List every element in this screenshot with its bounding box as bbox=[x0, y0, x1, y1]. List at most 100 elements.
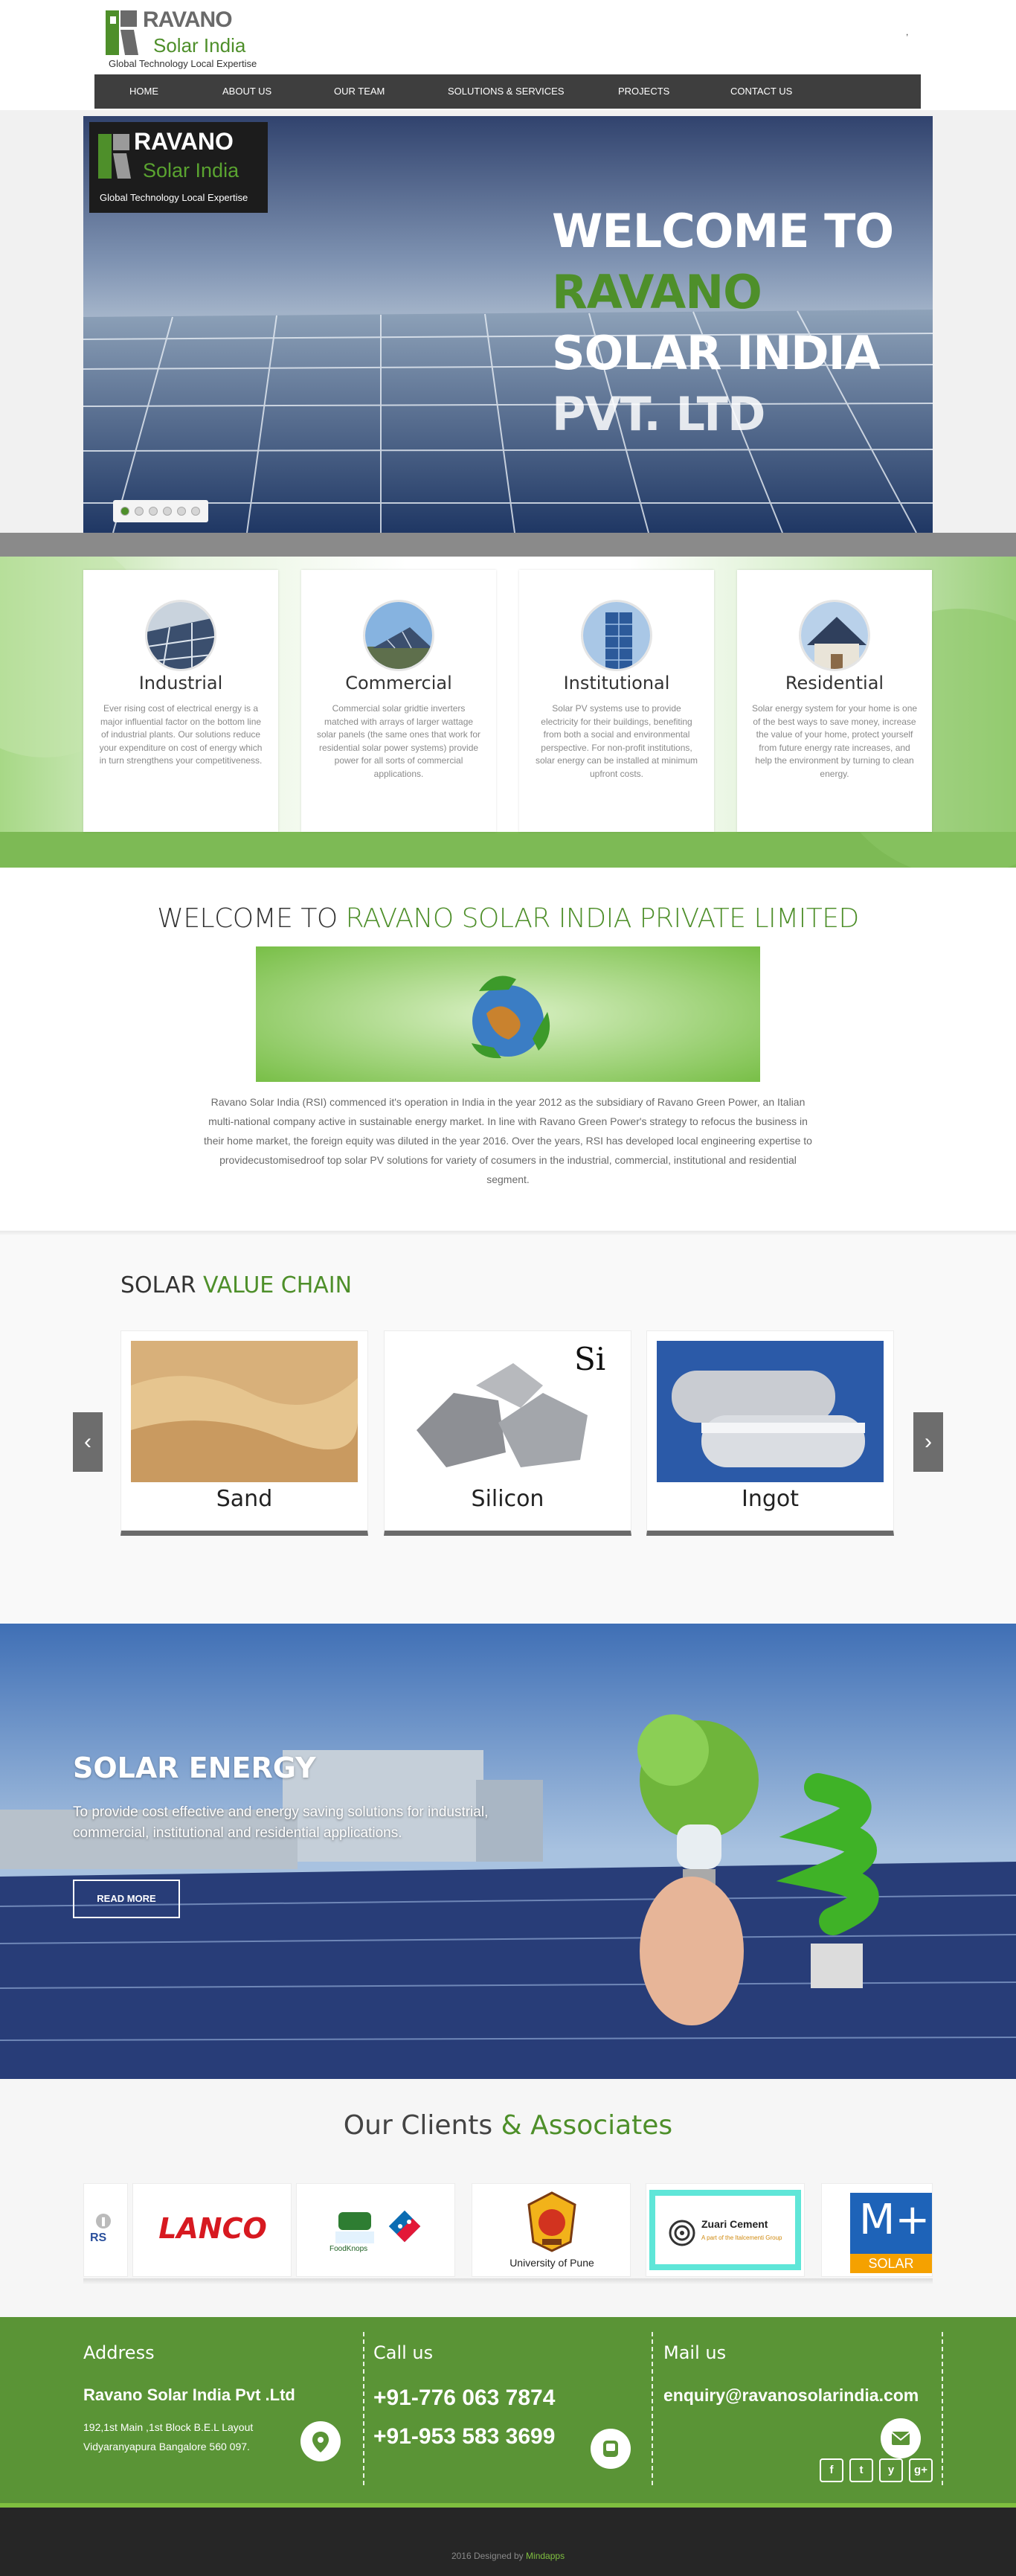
service-description: Solar energy system for your home is one… bbox=[751, 703, 918, 779]
client-logo-foodknops-dominos[interactable]: FoodKnops Domino's bbox=[296, 2183, 455, 2277]
client-logo-partial[interactable]: RS ❚ bbox=[83, 2183, 128, 2277]
service-card-institutional[interactable]: Institutional Solar PV systems use to pr… bbox=[519, 570, 714, 832]
hero-logo-name-top: RAVANO bbox=[134, 128, 234, 155]
designer-link[interactable]: Mindapps bbox=[526, 2551, 565, 2561]
logo-tagline: Global Technology Local Expertise bbox=[109, 58, 257, 69]
m-plus-logo-text: M+ bbox=[859, 2196, 930, 2244]
hero-title-line-1: WELCOME TO bbox=[552, 204, 894, 258]
service-description: Solar PV systems use to provide electric… bbox=[535, 703, 698, 779]
carousel-pause-icon[interactable]: ❚ bbox=[96, 2214, 111, 2229]
welcome-globe-image bbox=[256, 946, 760, 1082]
bottom-bar bbox=[0, 2508, 1016, 2576]
read-more-button[interactable]: READ MORE bbox=[73, 1880, 180, 1918]
zuari-frame: Zuari Cement A part of the Italcementi G… bbox=[649, 2190, 801, 2270]
hero-slider[interactable]: RAVANO Solar India Global Technology Loc… bbox=[83, 116, 933, 533]
phone-icon[interactable] bbox=[591, 2429, 631, 2469]
residential-house-icon bbox=[799, 600, 870, 671]
copyright: 2016 Designed by Mindapps bbox=[0, 2551, 1016, 2561]
clients-heading-plain: Our Clients bbox=[343, 2110, 493, 2141]
commercial-roof-icon bbox=[363, 600, 434, 671]
hero-bottom-band bbox=[0, 533, 1016, 557]
ingot-image bbox=[657, 1341, 884, 1482]
m-plus-solar-text: SOLAR bbox=[850, 2254, 932, 2273]
footer-address: Address Ravano Solar India Pvt .Ltd 192,… bbox=[83, 2332, 351, 2485]
footer-address-heading: Address bbox=[83, 2342, 155, 2363]
hero-title-line-4: PVT. LTD bbox=[552, 387, 765, 441]
carousel-next-button[interactable]: › bbox=[913, 1412, 943, 1472]
client-logo-zuari-cement[interactable]: Zuari Cement A part of the Italcementi G… bbox=[646, 2183, 805, 2277]
m-plus-solar-box: M+ SOLAR bbox=[850, 2193, 932, 2273]
google-plus-icon[interactable]: g+ bbox=[909, 2458, 933, 2482]
twitter-icon[interactable]: t bbox=[849, 2458, 873, 2482]
footer-email[interactable]: enquiry@ravanosolarindia.com bbox=[663, 2386, 919, 2406]
clients-heading-green: & Associates bbox=[501, 2110, 673, 2141]
nav-about-us[interactable]: ABOUT US bbox=[222, 74, 271, 109]
slider-dot[interactable] bbox=[163, 507, 172, 516]
hero-title-line-2: RAVANO bbox=[552, 265, 762, 319]
service-title: Industrial bbox=[138, 673, 223, 693]
zuari-spiral-icon bbox=[669, 2220, 695, 2246]
slider-dot[interactable] bbox=[191, 507, 200, 516]
client-partial-text: RS bbox=[90, 2231, 107, 2244]
value-card-sand[interactable]: Sand bbox=[120, 1330, 368, 1536]
brand-logo[interactable]: RAVANO Solar India Global Technology Loc… bbox=[104, 6, 257, 73]
clients-shadow bbox=[83, 2278, 933, 2284]
youtube-icon[interactable]: y bbox=[879, 2458, 903, 2482]
service-description: Ever rising cost of electrical energy is… bbox=[99, 703, 263, 766]
university-crest-icon bbox=[527, 2191, 576, 2252]
carousel-prev-button[interactable]: ‹ bbox=[73, 1412, 103, 1472]
value-card-label: Silicon bbox=[471, 1486, 544, 1512]
solar-energy-banner: SOLAR ENERGY To provide cost effective a… bbox=[0, 1624, 1016, 2079]
copyright-text: 2016 Designed by bbox=[451, 2551, 524, 2561]
welcome-heading-green: RAVANO SOLAR INDIA PRIVATE LIMITED bbox=[345, 903, 860, 934]
zuari-logo-text: Zuari Cement bbox=[701, 2218, 768, 2230]
location-pin-icon[interactable] bbox=[300, 2421, 341, 2461]
service-card-industrial[interactable]: Industrial Ever rising cost of electrica… bbox=[83, 570, 278, 832]
slider-dot[interactable] bbox=[120, 507, 129, 516]
client-logo-lanco[interactable]: LANCO bbox=[132, 2183, 292, 2277]
solar-energy-subtitle: To provide cost effective and energy sav… bbox=[73, 1804, 489, 1841]
facebook-icon[interactable]: f bbox=[820, 2458, 843, 2482]
nav-home[interactable]: HOME bbox=[129, 74, 158, 109]
value-card-ingot[interactable]: Ingot bbox=[646, 1330, 894, 1536]
services-section: Industrial Ever rising cost of electrica… bbox=[0, 557, 1016, 868]
nav-projects[interactable]: PROJECTS bbox=[618, 74, 669, 109]
service-card-commercial[interactable]: Commercial Commercial solar gridtie inve… bbox=[301, 570, 496, 832]
slider-dot[interactable] bbox=[135, 507, 144, 516]
slider-dot[interactable] bbox=[177, 507, 186, 516]
footer-divider bbox=[942, 2332, 943, 2485]
dominos-logo-icon bbox=[388, 2210, 421, 2243]
hero-title-line-3: SOLAR INDIA bbox=[552, 326, 881, 380]
value-card-silicon[interactable]: Si Silicon bbox=[384, 1330, 631, 1536]
client-logo-m-plus-solar[interactable]: M+ SOLAR bbox=[821, 2183, 933, 2277]
main-nav: HOME ABOUT US OUR TEAM SOLUTIONS & SERVI… bbox=[94, 74, 921, 109]
zuari-tagline: A part of the Italcementi Group bbox=[701, 2234, 782, 2241]
footer-phone-2[interactable]: +91-953 583 3699 bbox=[373, 2424, 555, 2450]
clients-heading: Our Clients & Associates bbox=[0, 2110, 1016, 2141]
nav-solutions-services[interactable]: SOLUTIONS & SERVICES bbox=[448, 74, 565, 109]
slider-dot[interactable] bbox=[149, 507, 158, 516]
logo-name-top: RAVANO bbox=[143, 7, 233, 32]
service-description: Commercial solar gridtie inverters match… bbox=[316, 703, 481, 779]
logo-r-mark-icon bbox=[106, 10, 138, 55]
welcome-heading-plain: WELCOME TO bbox=[157, 903, 338, 934]
nav-contact-us[interactable]: CONTACT US bbox=[730, 74, 792, 109]
footer-call: Call us +91-776 063 7874 +91-953 583 369… bbox=[373, 2332, 641, 2485]
hero-logo-tagline: Global Technology Local Expertise bbox=[100, 192, 248, 203]
mail-icon[interactable] bbox=[881, 2418, 921, 2458]
value-chain-heading-green: VALUE CHAIN bbox=[202, 1272, 353, 1298]
foodknops-logo-text: FoodKnops bbox=[329, 2245, 368, 2253]
service-card-residential[interactable]: Residential Solar energy system for your… bbox=[737, 570, 932, 832]
footer-phone-1[interactable]: +91-776 063 7874 bbox=[373, 2386, 555, 2411]
silicon-symbol: Si bbox=[574, 1341, 606, 1377]
industrial-panels-icon bbox=[145, 600, 216, 671]
institutional-building-icon bbox=[581, 600, 652, 671]
slider-pagination bbox=[113, 500, 208, 522]
hero-logo-name-bottom: Solar India bbox=[143, 159, 239, 182]
service-title: Residential bbox=[785, 673, 884, 693]
value-card-label: Sand bbox=[216, 1486, 273, 1512]
nav-our-team[interactable]: OUR TEAM bbox=[334, 74, 385, 109]
client-logo-university-of-pune[interactable]: University of Pune bbox=[472, 2183, 631, 2277]
footer-mail: Mail us enquiry@ravanosolarindia.com bbox=[663, 2332, 946, 2485]
solar-energy-background-image bbox=[0, 1624, 1016, 2079]
